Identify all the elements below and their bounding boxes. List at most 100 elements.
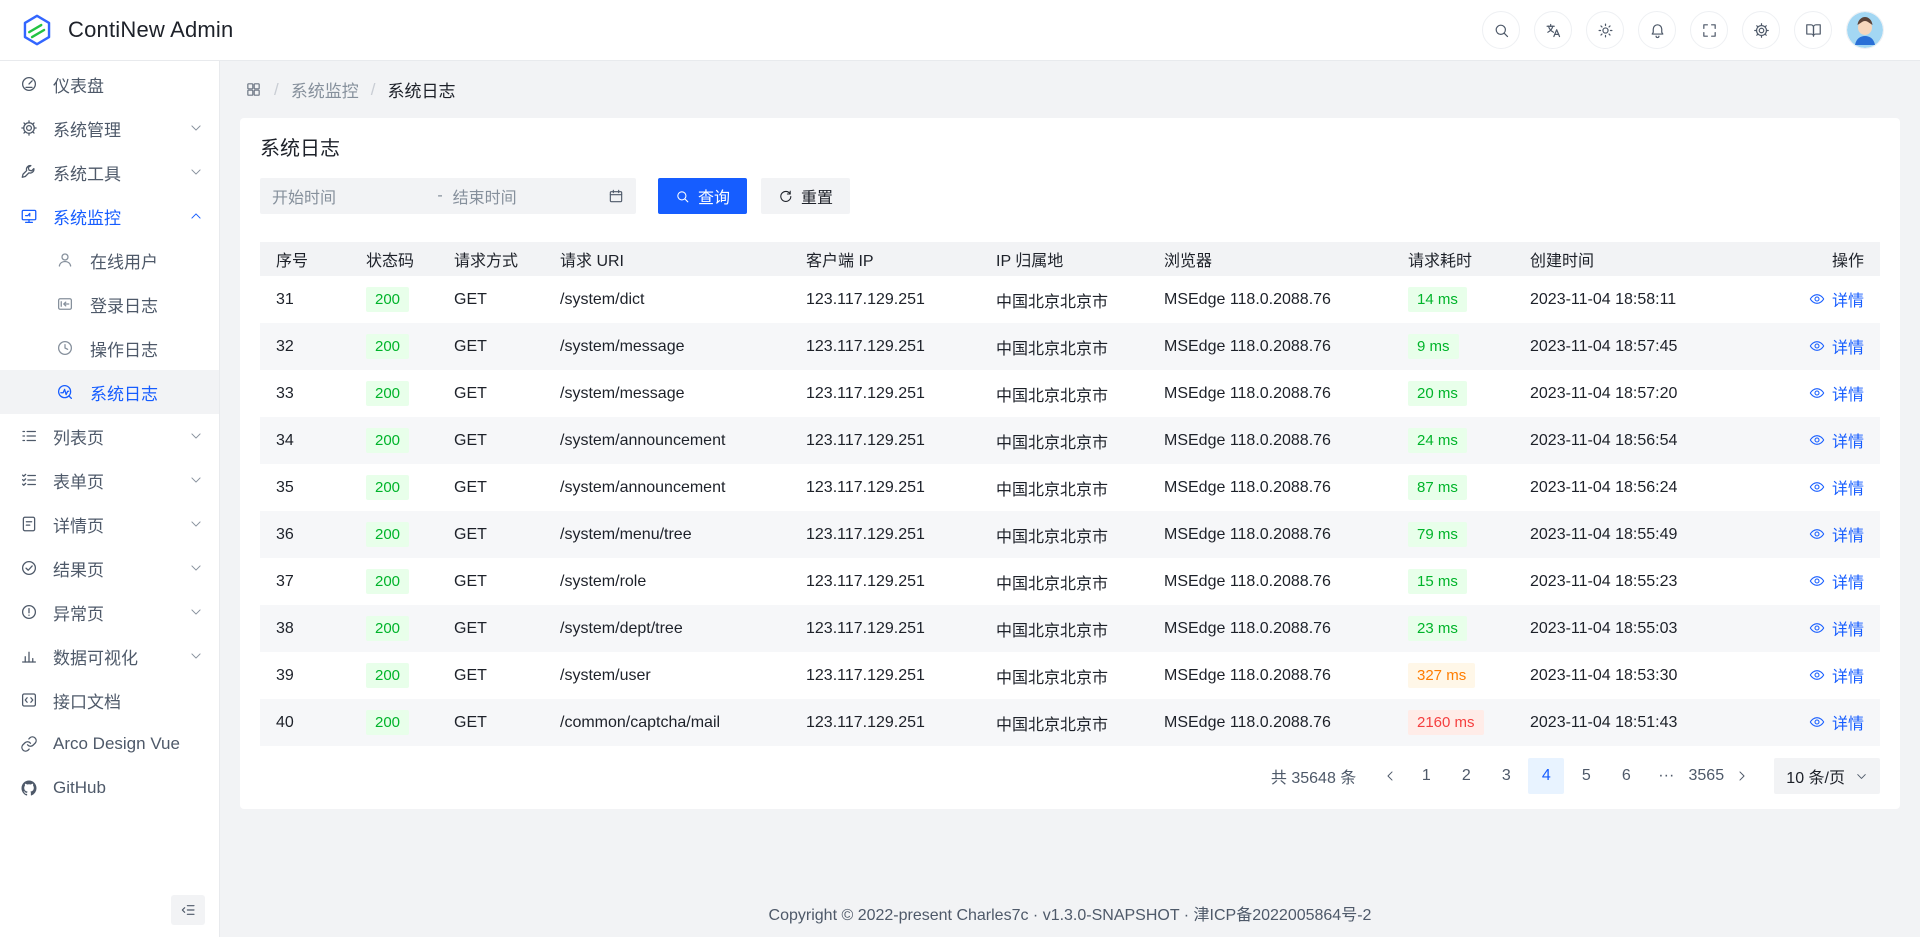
docs-button[interactable] [1794,11,1832,49]
sidebar-item-operation-log[interactable]: 操作日志 [0,326,219,370]
cell-ip: 123.117.129.251 [790,417,980,464]
user-avatar[interactable] [1846,11,1884,49]
cell-status: 200 [350,652,438,699]
duration-badge: 24 ms [1408,428,1467,453]
notifications-button[interactable] [1638,11,1676,49]
fullscreen-icon [1701,22,1718,39]
sidebar-item-label: 数据可视化 [53,644,189,669]
cell-ip: 123.117.129.251 [790,699,980,746]
next-page-button[interactable] [1726,758,1758,794]
cell-uri: /system/message [544,323,790,370]
sidebar-item-system-tools[interactable]: 系统工具 [0,150,219,194]
page-number[interactable]: 1 [1408,758,1444,794]
sidebar-item-github[interactable]: GitHub [0,766,219,810]
cell-uri: /system/role [544,558,790,605]
cell-index: 39 [260,652,350,699]
detail-link[interactable]: 详情 [1809,428,1864,452]
detail-link[interactable]: 详情 [1809,475,1864,499]
col-duration: 请求耗时 [1392,242,1514,276]
sidebar-item-result-pages[interactable]: 结果页 [0,546,219,590]
main-content: / 系统监控 / 系统日志 系统日志 开始时间 - 结束时间 查询 [220,61,1920,937]
settings-button[interactable] [1742,11,1780,49]
translate-button[interactable] [1534,11,1572,49]
cell-actions: 详情 [1786,558,1880,605]
cell-method: GET [438,417,544,464]
sidebar-item-arco-design-vue[interactable]: Arco Design Vue [0,722,219,766]
cell-region: 中国北京北京市 [980,276,1148,323]
page-number[interactable]: 3 [1488,758,1524,794]
status-badge: 200 [366,522,409,547]
cell-created: 2023-11-04 18:58:11 [1514,276,1786,323]
detail-link[interactable]: 详情 [1809,522,1864,546]
fullscreen-button[interactable] [1690,11,1728,49]
result-check-icon [20,559,38,577]
breadcrumb-item-monitor[interactable]: 系统监控 [291,77,359,102]
sidebar-item-list-pages[interactable]: 列表页 [0,414,219,458]
cell-browser: MSEdge 118.0.2088.76 [1148,652,1392,699]
refresh-icon [778,189,793,204]
sidebar-item-login-log[interactable]: 登录日志 [0,282,219,326]
cell-duration: 87 ms [1392,464,1514,511]
cell-index: 32 [260,323,350,370]
cell-status: 200 [350,699,438,746]
detail-link[interactable]: 详情 [1809,381,1864,405]
prev-page-button[interactable] [1374,758,1406,794]
page-ellipsis[interactable]: ··· [1648,758,1684,794]
cell-actions: 详情 [1786,652,1880,699]
collapse-sidebar-button[interactable] [171,895,205,925]
breadcrumb-grid-icon[interactable] [245,81,262,98]
table-row: 32 200 GET /system/message 123.117.129.2… [260,323,1880,370]
reset-button[interactable]: 重置 [761,178,850,214]
sidebar-item-dashboard[interactable]: 仪表盘 [0,62,219,106]
detail-link[interactable]: 详情 [1809,334,1864,358]
brand[interactable]: ContiNew Admin [20,13,233,47]
cell-region: 中国北京北京市 [980,652,1148,699]
cell-ip: 123.117.129.251 [790,558,980,605]
col-browser: 浏览器 [1148,242,1392,276]
cell-ip: 123.117.129.251 [790,652,980,699]
sidebar-item-system-monitor[interactable]: 系统监控 [0,194,219,238]
page-number-current[interactable]: 4 [1528,758,1564,794]
chevron-down-icon [189,121,203,135]
search-button[interactable] [1482,11,1520,49]
eye-icon [1809,338,1825,354]
cell-created: 2023-11-04 18:57:45 [1514,323,1786,370]
sidebar-item-detail-pages[interactable]: 详情页 [0,502,219,546]
sidebar-item-api-docs[interactable]: 接口文档 [0,678,219,722]
cell-index: 38 [260,605,350,652]
sidebar-item-form-pages[interactable]: 表单页 [0,458,219,502]
page-size-select[interactable]: 10 条/页 [1774,758,1880,794]
detail-link[interactable]: 详情 [1809,616,1864,640]
detail-link[interactable]: 详情 [1809,287,1864,311]
cell-duration: 24 ms [1392,417,1514,464]
sidebar-item-data-visualization[interactable]: 数据可视化 [0,634,219,678]
sidebar-item-label: 结果页 [53,556,189,581]
search-icon [675,189,690,204]
detail-link[interactable]: 详情 [1809,569,1864,593]
detail-link-label: 详情 [1832,334,1864,358]
chevron-down-icon [189,473,203,487]
date-range-picker[interactable]: 开始时间 - 结束时间 [260,178,636,214]
sidebar-item-system-log[interactable]: 系统日志 [0,370,219,414]
page-number[interactable]: 3565 [1688,758,1724,794]
page-number[interactable]: 5 [1568,758,1604,794]
eye-icon [1809,385,1825,401]
sidebar-item-online-users[interactable]: 在线用户 [0,238,219,282]
cell-status: 200 [350,558,438,605]
sidebar-item-exception-pages[interactable]: 异常页 [0,590,219,634]
cell-browser: MSEdge 118.0.2088.76 [1148,276,1392,323]
page-number[interactable]: 6 [1608,758,1644,794]
page-number[interactable]: 2 [1448,758,1484,794]
sidebar-item-system-management[interactable]: 系统管理 [0,106,219,150]
theme-toggle-button[interactable] [1586,11,1624,49]
cell-region: 中国北京北京市 [980,464,1148,511]
cell-created: 2023-11-04 18:51:43 [1514,699,1786,746]
col-actions: 操作 [1786,242,1880,276]
table-row: 31 200 GET /system/dict 123.117.129.251 … [260,276,1880,323]
col-uri: 请求 URI [544,242,790,276]
app-logo [20,13,54,47]
search-button[interactable]: 查询 [658,178,747,214]
detail-link[interactable]: 详情 [1809,710,1864,734]
cell-status: 200 [350,511,438,558]
detail-link[interactable]: 详情 [1809,663,1864,687]
